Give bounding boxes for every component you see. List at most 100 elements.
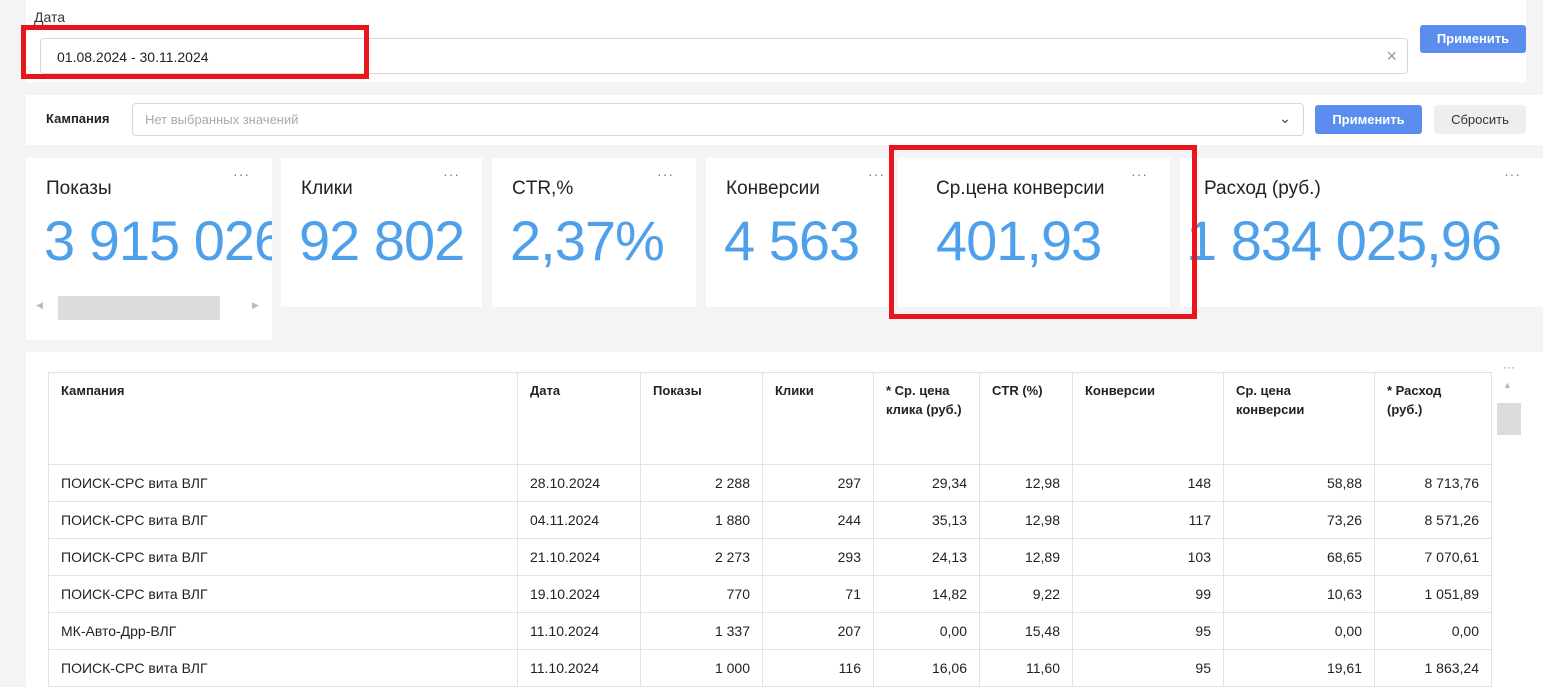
date-apply-button[interactable]: Применить — [1420, 25, 1526, 53]
cell-avg-conversion-cost: 0,00 — [1223, 612, 1375, 650]
cell-ctr: 9,22 — [979, 575, 1073, 613]
header-conversions[interactable]: Конверсии — [1072, 372, 1224, 465]
card-menu-icon[interactable]: ··· — [657, 166, 674, 182]
cell-avg-click-cost: 14,82 — [873, 575, 980, 613]
header-date[interactable]: Дата — [517, 372, 641, 465]
campaign-label: Кампания — [46, 111, 110, 126]
cell-conversions: 95 — [1072, 649, 1224, 687]
cell-conversions: 103 — [1072, 538, 1224, 576]
campaign-apply-button[interactable]: Применить — [1315, 105, 1422, 134]
scroll-left-icon[interactable]: ◀ — [36, 300, 43, 311]
campaign-placeholder: Нет выбранных значений — [145, 112, 299, 127]
cell-conversions: 148 — [1072, 464, 1224, 502]
cell-avg-conversion-cost: 58,88 — [1223, 464, 1375, 502]
cell-campaign: ПОИСК-CPC вита ВЛГ — [48, 575, 518, 613]
table-row[interactable]: ПОИСК-CPC вита ВЛГ 11.10.2024 1 000 116 … — [48, 649, 1492, 687]
kpi-card-ctr: CTR,% ··· 2,37% — [492, 158, 696, 307]
cell-spend: 7 070,61 — [1374, 538, 1492, 576]
cell-ctr: 15,48 — [979, 612, 1073, 650]
campaign-select[interactable]: Нет выбранных значений ⌄ — [132, 103, 1304, 136]
kpi-value: 92 802 — [299, 209, 465, 272]
cell-avg-click-cost: 16,06 — [873, 649, 980, 687]
cell-impressions: 2 273 — [640, 538, 763, 576]
card-menu-icon[interactable]: ··· — [233, 166, 250, 182]
cell-clicks: 116 — [762, 649, 874, 687]
kpi-card-conversions: Конверсии ··· 4 563 — [706, 158, 889, 307]
cell-conversions: 117 — [1072, 501, 1224, 539]
kpi-title: CTR,% — [512, 178, 574, 199]
cell-spend: 8 713,76 — [1374, 464, 1492, 502]
header-spend[interactable]: * Расход (руб.) — [1374, 372, 1492, 465]
cell-campaign: ПОИСК-CPC вита ВЛГ — [48, 538, 518, 576]
header-campaign[interactable]: Кампания — [48, 372, 518, 465]
card-menu-icon[interactable]: ··· — [868, 166, 885, 182]
table-row[interactable]: ПОИСК-CPC вита ВЛГ 21.10.2024 2 273 293 … — [48, 538, 1492, 576]
kpi-value: 3 915 026 — [44, 209, 272, 272]
cell-date: 04.11.2024 — [517, 501, 641, 539]
card-menu-icon[interactable]: ··· — [1504, 166, 1521, 182]
cell-ctr: 12,98 — [979, 501, 1073, 539]
cell-avg-conversion-cost: 73,26 — [1223, 501, 1375, 539]
clear-icon[interactable]: × — [1386, 46, 1397, 67]
kpi-value: 1 834 025,96 — [1186, 209, 1502, 272]
cell-clicks: 244 — [762, 501, 874, 539]
kpi-card-impressions: Показы ··· 3 915 026 — [26, 158, 272, 307]
kpi-title: Клики — [301, 178, 353, 199]
data-table: Кампания Дата Показы Клики * Ср. цена кл… — [48, 372, 1492, 687]
cell-campaign: ПОИСК-CPC вита ВЛГ — [48, 649, 518, 687]
header-clicks[interactable]: Клики — [762, 372, 874, 465]
cell-clicks: 207 — [762, 612, 874, 650]
header-avg-click-cost[interactable]: * Ср. цена клика (руб.) — [873, 372, 980, 465]
kpi-value: 4 563 — [724, 209, 860, 272]
chevron-down-icon[interactable]: ⌄ — [1279, 110, 1291, 127]
highlight-box-kpi — [889, 145, 1197, 319]
cell-ctr: 12,98 — [979, 464, 1073, 502]
cell-avg-click-cost: 29,34 — [873, 464, 980, 502]
cell-impressions: 2 288 — [640, 464, 763, 502]
kpi-title: Конверсии — [726, 178, 820, 199]
cell-spend: 1 051,89 — [1374, 575, 1492, 613]
cell-impressions: 1 000 — [640, 649, 763, 687]
cell-campaign: ПОИСК-CPC вита ВЛГ — [48, 501, 518, 539]
cell-avg-click-cost: 0,00 — [873, 612, 980, 650]
cell-date: 19.10.2024 — [517, 575, 641, 613]
cell-date: 21.10.2024 — [517, 538, 641, 576]
table-menu-icon[interactable]: ··· — [1503, 360, 1515, 374]
campaign-reset-button[interactable]: Сбросить — [1434, 105, 1526, 134]
cell-spend: 8 571,26 — [1374, 501, 1492, 539]
highlight-box-date — [21, 25, 369, 79]
cell-date: 11.10.2024 — [517, 649, 641, 687]
cell-impressions: 1 337 — [640, 612, 763, 650]
vertical-scrollbar-thumb[interactable] — [1497, 403, 1521, 435]
cell-impressions: 770 — [640, 575, 763, 613]
scrollbar-thumb[interactable] — [58, 296, 220, 320]
cell-clicks: 71 — [762, 575, 874, 613]
scroll-up-icon[interactable]: ▲ — [1503, 380, 1512, 390]
cell-clicks: 293 — [762, 538, 874, 576]
cell-conversions: 95 — [1072, 612, 1224, 650]
table-row[interactable]: ПОИСК-CPC вита ВЛГ 28.10.2024 2 288 297 … — [48, 464, 1492, 502]
cell-campaign: МК-Авто-Дрр-ВЛГ — [48, 612, 518, 650]
cell-avg-click-cost: 35,13 — [873, 501, 980, 539]
cell-campaign: ПОИСК-CPC вита ВЛГ — [48, 464, 518, 502]
header-impressions[interactable]: Показы — [640, 372, 763, 465]
table-row[interactable]: ПОИСК-CPC вита ВЛГ 19.10.2024 770 71 14,… — [48, 575, 1492, 613]
cell-avg-conversion-cost: 19,61 — [1223, 649, 1375, 687]
cell-date: 28.10.2024 — [517, 464, 641, 502]
cell-avg-conversion-cost: 68,65 — [1223, 538, 1375, 576]
cell-clicks: 297 — [762, 464, 874, 502]
cell-date: 11.10.2024 — [517, 612, 641, 650]
scroll-right-icon[interactable]: ▶ — [252, 300, 259, 311]
date-label: Дата — [34, 9, 66, 25]
table-row[interactable]: ПОИСК-CPC вита ВЛГ 04.11.2024 1 880 244 … — [48, 501, 1492, 539]
table-row[interactable]: МК-Авто-Дрр-ВЛГ 11.10.2024 1 337 207 0,0… — [48, 612, 1492, 650]
cell-ctr: 12,89 — [979, 538, 1073, 576]
kpi-title: Расход (руб.) — [1204, 178, 1321, 199]
horizontal-scrollbar[interactable]: ◀ ▶ — [26, 290, 272, 340]
kpi-card-spend: Расход (руб.) ··· 1 834 025,96 — [1180, 158, 1543, 307]
header-avg-conversion-cost[interactable]: Ср. цена конверсии — [1223, 372, 1375, 465]
card-menu-icon[interactable]: ··· — [443, 166, 460, 182]
header-ctr[interactable]: CTR (%) — [979, 372, 1073, 465]
kpi-card-clicks: Клики ··· 92 802 — [281, 158, 482, 307]
kpi-value: 2,37% — [510, 209, 665, 272]
